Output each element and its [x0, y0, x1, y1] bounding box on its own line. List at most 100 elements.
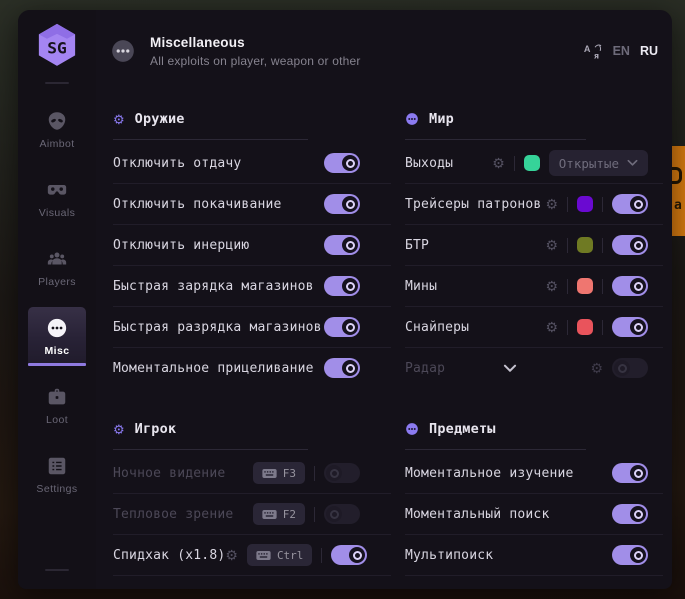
settings-row: Ночное видениеF3 [113, 453, 391, 494]
vr-icon [46, 179, 68, 201]
toggle-knob-ring [634, 323, 643, 332]
keybind-badge[interactable]: F3 [253, 462, 305, 484]
settings-icon [46, 455, 68, 477]
svg-text:я: я [593, 50, 598, 60]
gear-icon: ⚙ [113, 423, 125, 436]
vertical-divider [567, 320, 568, 335]
lang-ru-button[interactable]: RU [640, 44, 658, 58]
game-background-fragment: a [672, 146, 685, 236]
sidebar-item-aimbot[interactable]: Aimbot [28, 100, 86, 158]
toggle-off[interactable] [612, 358, 648, 378]
toggle-on[interactable] [324, 153, 360, 173]
settings-row: Отключить покачивание [113, 184, 391, 225]
dropdown-select[interactable]: Открытые [549, 150, 648, 176]
sidebar-item-label: Players [38, 276, 76, 288]
row-controls: F2 [253, 503, 360, 525]
toggle-on[interactable] [612, 276, 648, 296]
sidebar-item-misc[interactable]: Misc [28, 307, 86, 365]
toggle-on[interactable] [324, 276, 360, 296]
row-label: БТР [405, 238, 429, 253]
vertical-divider [567, 197, 568, 212]
chevron-down-icon[interactable] [503, 364, 517, 373]
toggle-on[interactable] [612, 235, 648, 255]
color-swatch[interactable] [524, 155, 540, 171]
sidebar-item-players[interactable]: Players [28, 238, 86, 296]
toggle-knob-ring [346, 364, 355, 373]
row-label: Моментальный поиск [405, 507, 549, 522]
vertical-divider [602, 197, 603, 212]
keyboard-icon [262, 509, 277, 520]
vertical-divider [514, 156, 515, 171]
keybind-badge[interactable]: F2 [253, 503, 305, 525]
row-label: Трейсеры патронов [405, 197, 541, 212]
sidebar-item-loot[interactable]: Loot [28, 376, 86, 434]
keybind-label: F3 [283, 467, 296, 480]
misc-page-icon [110, 38, 136, 64]
color-swatch[interactable] [577, 278, 593, 294]
toggle-on[interactable] [612, 545, 648, 565]
row-label: Мины [405, 279, 437, 294]
toggle-knob [614, 360, 630, 376]
gear-icon[interactable]: ⚙ [545, 279, 558, 293]
cheat-menu-window: SG AimbotVisualsPlayersMiscLootSettings … [18, 10, 672, 589]
settings-row: Быстрая зарядка магазинов [113, 266, 391, 307]
section-title: Мир [429, 111, 454, 127]
row-label: Отключить отдачу [113, 156, 241, 171]
sidebar-item-visuals[interactable]: Visuals [28, 169, 86, 227]
row-controls [612, 504, 648, 524]
settings-row: Отключить инерцию [113, 225, 391, 266]
logo-text: SG [47, 38, 67, 57]
settings-row: Трейсеры патронов ⚙ [405, 184, 663, 225]
app-logo: SG [36, 22, 78, 68]
toggle-knob-ring [634, 282, 643, 291]
vertical-divider [602, 238, 603, 253]
color-swatch[interactable] [577, 237, 593, 253]
toggle-knob-ring [346, 323, 355, 332]
toggle-on[interactable] [324, 358, 360, 378]
sidebar-item-settings[interactable]: Settings [28, 445, 86, 503]
row-label: Отключить покачивание [113, 197, 282, 212]
row-label: Быстрая зарядка магазинов [113, 279, 314, 294]
row-label: Тепловое зрение [113, 507, 233, 522]
toggle-on[interactable] [612, 194, 648, 214]
gear-icon[interactable]: ⚙ [225, 548, 238, 562]
language-switcher: A я EN RU [583, 42, 658, 60]
keyboard-icon [262, 468, 277, 479]
toggle-on[interactable] [324, 317, 360, 337]
toggle-off[interactable] [324, 504, 360, 524]
toggle-on[interactable] [324, 194, 360, 214]
toggle-knob [342, 278, 358, 294]
toggle-on[interactable] [612, 463, 648, 483]
color-swatch[interactable] [577, 196, 593, 212]
misc-icon [46, 317, 68, 339]
gear-icon[interactable]: ⚙ [590, 361, 603, 375]
ellipsis-icon [405, 422, 419, 436]
toggle-on[interactable] [612, 317, 648, 337]
page-header: Miscellaneous All exploits on player, we… [96, 10, 672, 92]
settings-row: Моментальное изучение [405, 453, 663, 494]
gear-icon[interactable]: ⚙ [545, 197, 558, 211]
lang-en-button[interactable]: EN [613, 44, 630, 58]
alien-icon [46, 110, 68, 132]
toggle-off[interactable] [324, 463, 360, 483]
vertical-divider [602, 320, 603, 335]
toggle-on[interactable] [612, 504, 648, 524]
color-swatch[interactable] [577, 319, 593, 335]
gear-icon[interactable]: ⚙ [545, 238, 558, 252]
settings-row: БТР ⚙ [405, 225, 663, 266]
keybind-badge[interactable]: Ctrl [247, 544, 313, 566]
vertical-divider [314, 507, 315, 522]
row-controls: ⚙ [545, 317, 648, 337]
toggle-knob [630, 237, 646, 253]
toggle-on[interactable] [331, 545, 367, 565]
settings-row: Тепловое зрение F2 [113, 494, 391, 535]
toggle-on[interactable] [324, 235, 360, 255]
gear-icon[interactable]: ⚙ [545, 320, 558, 334]
section-divider [113, 139, 308, 140]
gear-icon[interactable]: ⚙ [492, 156, 505, 170]
row-controls: ⚙ Ctrl [225, 544, 367, 566]
keybind-label: Ctrl [277, 549, 304, 562]
row-label: Спидхак (x1.8) [113, 548, 225, 563]
toggle-knob-ring [346, 282, 355, 291]
translate-icon: A я [583, 42, 603, 60]
